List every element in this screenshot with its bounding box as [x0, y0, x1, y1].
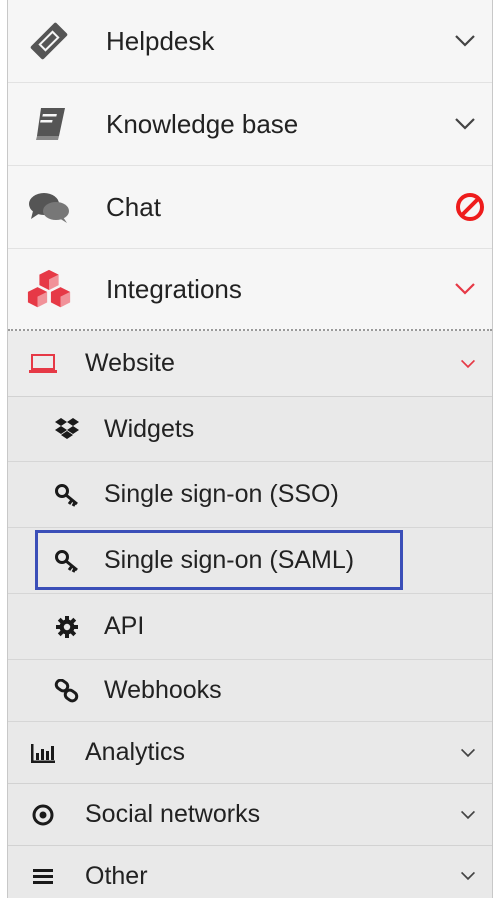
submenu-item-sso[interactable]: Single sign-on (SSO) — [8, 462, 492, 528]
submenu-item-label: API — [104, 612, 145, 640]
link-icon — [54, 678, 80, 704]
submenu-item-label: Website — [85, 349, 175, 377]
hamburger-icon — [26, 861, 60, 891]
submenu-item-widgets[interactable]: Widgets — [8, 397, 492, 462]
target-icon — [26, 800, 60, 830]
ticket-icon — [26, 18, 72, 64]
submenu-item-website[interactable]: Website — [8, 331, 492, 397]
submenu-item-social-networks[interactable]: Social networks — [8, 784, 492, 846]
menu-item-label: Knowledge base — [106, 108, 299, 139]
chevron-down-icon[interactable] — [460, 359, 476, 369]
chevron-down-icon[interactable] — [454, 117, 476, 131]
chevron-down-icon[interactable] — [454, 34, 476, 48]
chevron-down-icon[interactable] — [460, 871, 476, 881]
sidebar-menu: Helpdesk Knowledge base Chat Integration… — [7, 0, 493, 898]
submenu-item-label: Webhooks — [104, 676, 222, 704]
chevron-down-icon[interactable] — [460, 748, 476, 758]
gear-icon — [54, 614, 80, 640]
comments-icon — [26, 184, 72, 230]
chevron-down-icon[interactable] — [454, 282, 476, 296]
cubes-icon — [26, 266, 72, 312]
menu-item-chat[interactable]: Chat — [8, 166, 492, 249]
submenu-item-api[interactable]: API — [8, 594, 492, 660]
chevron-down-icon[interactable] — [460, 810, 476, 820]
book-icon — [26, 101, 72, 147]
submenu-item-label: Social networks — [85, 800, 261, 828]
key-icon — [54, 482, 80, 508]
menu-item-label: Integrations — [106, 273, 242, 304]
disabled-icon[interactable] — [454, 191, 486, 223]
menu-item-knowledge-base[interactable]: Knowledge base — [8, 83, 492, 166]
submenu-item-other[interactable]: Other — [8, 846, 492, 898]
submenu-item-label: Single sign-on (SSO) — [104, 480, 339, 508]
menu-item-helpdesk[interactable]: Helpdesk — [8, 0, 492, 83]
selection-highlight — [35, 530, 403, 590]
submenu-item-label: Widgets — [104, 414, 195, 443]
submenu-item-analytics[interactable]: Analytics — [8, 722, 492, 784]
bar-chart-icon — [26, 738, 60, 768]
dropbox-icon — [54, 416, 80, 442]
submenu-item-label: Analytics — [85, 738, 186, 766]
laptop-icon — [26, 349, 60, 379]
menu-item-label: Helpdesk — [106, 25, 215, 56]
submenu-item-webhooks[interactable]: Webhooks — [8, 660, 492, 722]
submenu-item-label: Other — [85, 861, 148, 890]
menu-item-integrations[interactable]: Integrations — [8, 249, 492, 329]
menu-item-label: Chat — [106, 191, 161, 222]
